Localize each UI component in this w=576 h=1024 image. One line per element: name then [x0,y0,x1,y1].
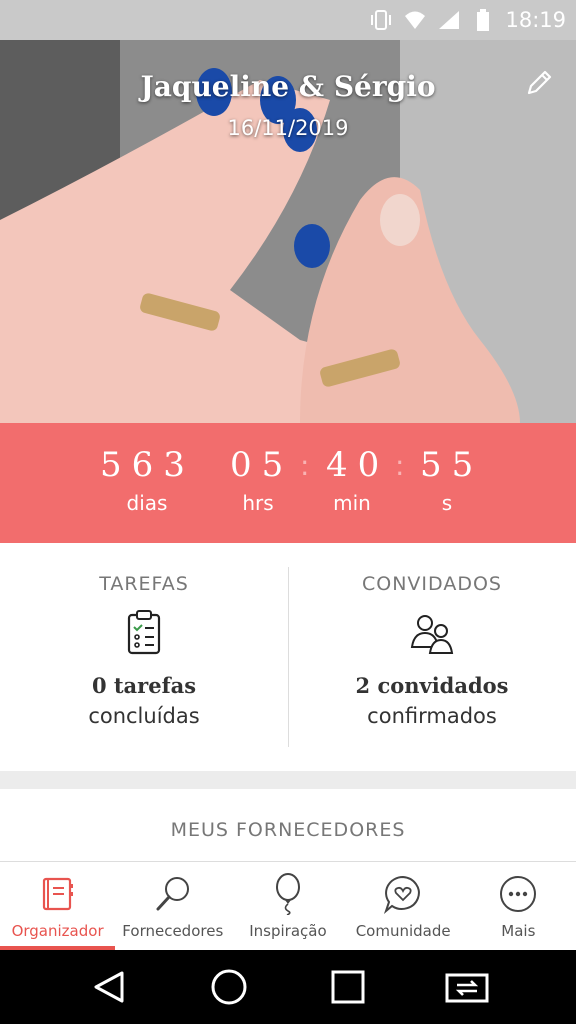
notebook-icon [36,872,80,916]
balloon-icon [266,872,310,916]
tasks-card[interactable]: TAREFAS 0 tarefas concluídas [0,543,288,771]
clipboard-checklist-icon [124,609,164,657]
couple-names: Jaqueline & Sérgio [140,70,436,103]
countdown-seconds-label: s [441,491,453,515]
pencil-icon[interactable] [524,68,554,98]
more-icon [496,872,540,916]
bottom-tab-bar: Organizador Fornecedores Inspiração Comu… [0,861,576,950]
tab-label: Organizador [11,922,104,940]
status-bar: 18:19 [0,0,576,40]
section-gap [0,771,576,789]
home-icon[interactable] [204,962,254,1012]
guests-icon [408,609,456,657]
signal-icon [437,9,461,31]
tab-organizador[interactable]: Organizador [0,862,116,950]
countdown-seconds: 55 [420,445,484,485]
countdown-minutes: 40 [326,445,390,485]
tab-label: Fornecedores [122,922,224,940]
countdown-minutes-label: min [333,491,371,515]
tasks-count: 0 tarefas [91,673,197,698]
switch-app-icon[interactable] [442,962,492,1012]
tab-inspiracao[interactable]: Inspiração [230,862,345,950]
my-providers-section[interactable]: MEUS FORNECEDORES [0,789,576,861]
tab-label: Comunidade [355,922,451,940]
tab-mais[interactable]: Mais [461,862,576,950]
battery-icon [471,9,495,31]
wedding-date: 16/11/2019 [227,116,349,140]
my-providers-title: MEUS FORNECEDORES [170,819,406,841]
countdown-hours: 05 [230,445,294,485]
vibrate-icon [369,9,393,31]
tab-comunidade[interactable]: Comunidade [346,862,461,950]
tab-fornecedores[interactable]: Fornecedores [115,862,230,950]
back-icon[interactable] [85,962,135,1012]
countdown-separator: : [300,449,310,482]
search-icon [151,872,195,916]
wedding-countdown: 563 dias 05 hrs : 40 min : 55 s [0,423,576,543]
recents-icon[interactable] [323,962,373,1012]
tasks-subtitle: concluídas [88,704,200,728]
chat-heart-icon [381,872,425,916]
wifi-icon [403,9,427,31]
countdown-hours-label: hrs [242,491,274,515]
guests-subtitle: confirmados [367,704,497,728]
tasks-title: TAREFAS [99,573,189,595]
tab-label: Inspiração [249,922,327,940]
guests-card[interactable]: CONVIDADOS 2 convidados confirmados [288,543,576,771]
guests-count: 2 convidados [355,673,509,698]
system-navigation-bar [0,950,576,1024]
tab-label: Mais [501,922,536,940]
countdown-days: 563 [100,445,195,485]
couple-photo-header[interactable]: Jaqueline & Sérgio 16/11/2019 [0,40,576,423]
countdown-separator: : [395,449,405,482]
summary-stats: TAREFAS 0 tarefas concluídas CONVIDADOS … [0,543,576,771]
clock: 18:19 [505,8,566,32]
guests-title: CONVIDADOS [362,573,502,595]
countdown-days-label: dias [126,491,168,515]
